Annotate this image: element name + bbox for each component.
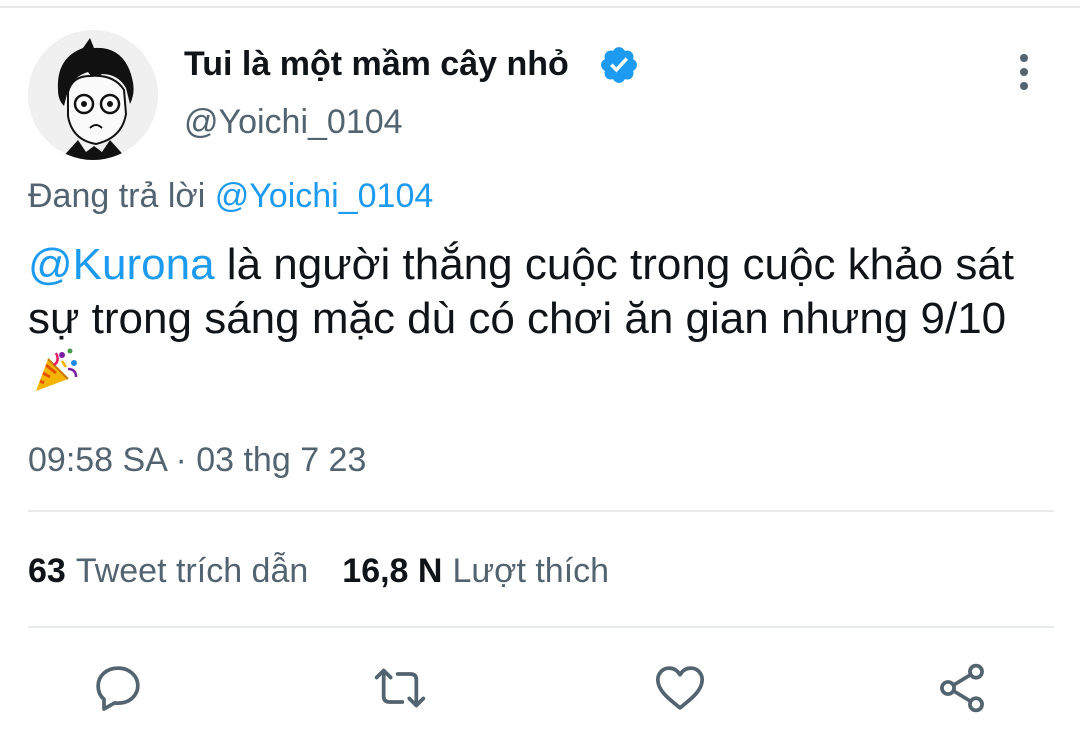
- quote-label: Tweet trích dẫn: [75, 552, 309, 590]
- avatar-image: [28, 30, 158, 160]
- engagement-stats: 63 Tweet trích dẫn 16,8 N Lượt thích: [28, 546, 609, 596]
- share-icon: [940, 663, 984, 713]
- divider: [28, 510, 1054, 512]
- like-icon: [655, 666, 705, 710]
- like-button[interactable]: [652, 660, 708, 716]
- reply-prefix: Đang trả lời: [28, 177, 206, 215]
- reply-to-link[interactable]: @Yoichi_0104: [215, 177, 434, 215]
- like-count: 16,8 N: [342, 552, 443, 590]
- retweet-icon: [374, 668, 426, 708]
- tweet-text: @Kurona là người thắng cuộc trong cuộc k…: [28, 238, 1058, 400]
- reply-button[interactable]: [90, 660, 146, 716]
- more-options-icon[interactable]: [1004, 50, 1044, 94]
- divider: [28, 626, 1054, 628]
- like-label: Lượt thích: [452, 552, 610, 590]
- retweet-button[interactable]: [372, 660, 428, 716]
- reply-icon: [96, 666, 140, 711]
- author-handle[interactable]: @Yoichi_0104: [184, 98, 403, 146]
- top-divider: [0, 6, 1080, 8]
- share-button[interactable]: [934, 660, 990, 716]
- timestamp[interactable]: 09:58 SA · 03 thg 7 23: [28, 436, 366, 484]
- mention-link[interactable]: @Kurona: [28, 240, 215, 289]
- party-popper-icon: [36, 348, 78, 391]
- quote-tweets-stat[interactable]: 63 Tweet trích dẫn: [28, 552, 308, 590]
- replying-to: Đang trả lời @Yoichi_0104: [28, 172, 433, 220]
- author-name[interactable]: Tui là một mầm cây nhỏ: [184, 40, 569, 88]
- avatar[interactable]: [28, 30, 158, 160]
- likes-stat[interactable]: 16,8 N Lượt thích: [342, 552, 609, 590]
- verified-badge-icon: [601, 47, 637, 83]
- quote-count: 63: [28, 552, 66, 590]
